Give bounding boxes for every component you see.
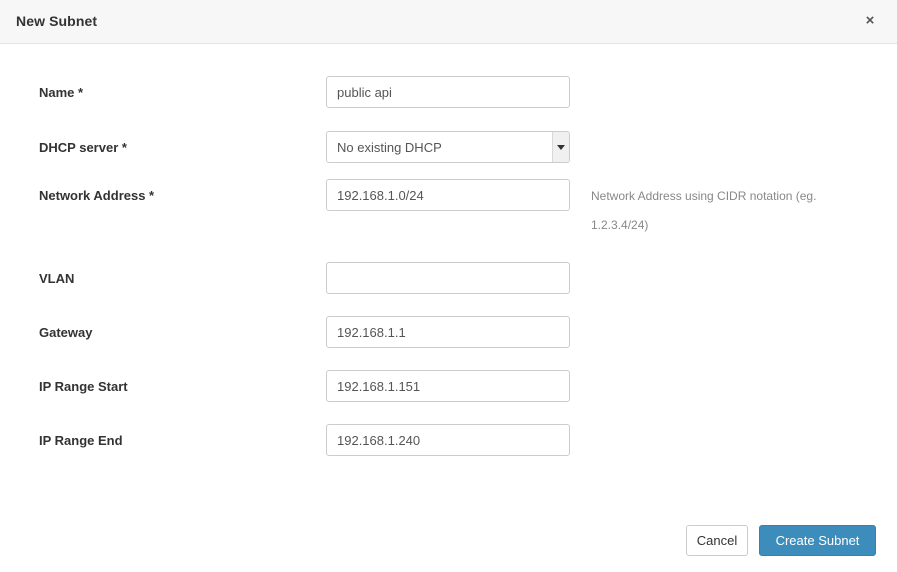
- field-wrap-gateway: [326, 316, 570, 348]
- dialog-title: New Subnet: [16, 13, 98, 29]
- field-wrap-network-address: [326, 179, 570, 211]
- label-ip-range-start: IP Range Start: [39, 379, 128, 394]
- ip-range-end-input[interactable]: [326, 424, 570, 456]
- label-name: Name *: [39, 85, 84, 100]
- label-ip-range-end: IP Range End: [39, 433, 123, 448]
- label-gateway: Gateway: [39, 325, 93, 340]
- close-icon[interactable]: ×: [860, 11, 880, 31]
- label-dhcp-server: DHCP server *: [39, 140, 127, 155]
- create-subnet-button[interactable]: Create Subnet: [759, 525, 876, 556]
- field-wrap-dhcp-server: No existing DHCP: [326, 131, 570, 163]
- network-address-input[interactable]: [326, 179, 570, 211]
- gateway-input[interactable]: [326, 316, 570, 348]
- name-input[interactable]: [326, 76, 570, 108]
- vlan-input[interactable]: [326, 262, 570, 294]
- dialog-header: New Subnet ×: [0, 0, 897, 44]
- ip-range-start-input[interactable]: [326, 370, 570, 402]
- label-vlan: VLAN: [39, 271, 75, 286]
- field-wrap-ip-range-start: [326, 370, 570, 402]
- dhcp-server-select[interactable]: No existing DHCP: [326, 131, 570, 163]
- field-wrap-name: [326, 76, 570, 108]
- dhcp-server-select-wrap: No existing DHCP: [326, 131, 570, 163]
- field-wrap-vlan: [326, 262, 570, 294]
- label-network-address: Network Address *: [39, 188, 155, 203]
- dialog-footer: Cancel Create Subnet: [0, 504, 897, 572]
- network-address-help-text: Network Address using CIDR notation (eg.…: [591, 189, 817, 232]
- dialog-body: Name * DHCP server * No existing DHCP Ne…: [0, 44, 897, 504]
- field-wrap-ip-range-end: [326, 424, 570, 456]
- new-subnet-dialog: New Subnet × Name * DHCP server * No exi…: [0, 0, 897, 572]
- cancel-button[interactable]: Cancel: [686, 525, 748, 556]
